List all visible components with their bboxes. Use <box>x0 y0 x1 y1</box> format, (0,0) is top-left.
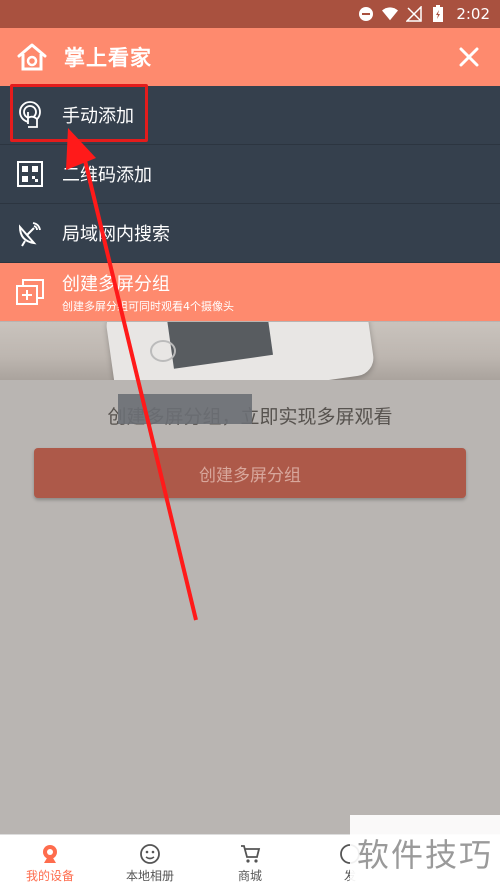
nav-store[interactable]: 商城 <box>200 835 300 890</box>
camera-icon <box>37 841 63 867</box>
nav-label: 本地相册 <box>125 869 174 883</box>
group-subtitle: 创建多屏分组可同时观看4个摄像头 <box>62 300 234 313</box>
nav-local-album[interactable]: 本地相册 <box>100 835 200 890</box>
dnd-icon <box>358 6 374 22</box>
battery-icon <box>430 5 446 22</box>
status-bar: 2:02 <box>0 0 500 28</box>
qr-code-icon <box>12 156 48 192</box>
multi-screen-icon <box>12 274 48 310</box>
menu-item-label: 局域网内搜索 <box>62 224 170 245</box>
menu-item-qr-add[interactable]: 二维码添加 <box>0 145 500 204</box>
nav-label: 我的设备 <box>25 869 74 883</box>
home-icon <box>14 39 50 75</box>
menu-item-lan-search[interactable]: 局域网内搜索 <box>0 204 500 263</box>
no-signal-icon <box>406 6 423 22</box>
close-icon[interactable] <box>452 40 486 74</box>
watermark: 软件技巧 <box>350 815 500 890</box>
menu-item-create-group[interactable]: 创建多屏分组 创建多屏分组可同时观看4个摄像头 <box>0 263 500 321</box>
menu-item-label: 二维码添加 <box>62 165 152 186</box>
menu-item-manual-add[interactable]: 手动添加 <box>0 86 500 145</box>
create-group-button[interactable]: 创建多屏分组 <box>34 448 466 498</box>
touch-icon <box>12 97 48 133</box>
redaction-block <box>118 394 252 424</box>
status-time: 2:02 <box>456 5 490 23</box>
app-title: 掌上看家 <box>64 46 152 70</box>
app-header: 掌上看家 <box>0 28 500 86</box>
menu-item-label: 手动添加 <box>62 106 134 127</box>
hero-image <box>0 322 500 380</box>
add-device-menu: 手动添加 二维码添加 局域网内搜索 创建多屏分组 创建多屏分组可同时观看4个摄像… <box>0 86 500 321</box>
group-title: 创建多屏分组 <box>62 274 170 295</box>
main-content: 创建多屏分组，立即实现多屏观看 创建多屏分组 <box>0 380 500 834</box>
nav-label: 商城 <box>237 869 262 883</box>
nav-my-devices[interactable]: 我的设备 <box>0 835 100 890</box>
wifi-icon <box>382 6 399 22</box>
cart-icon <box>237 841 263 867</box>
satellite-icon <box>12 215 48 251</box>
album-icon <box>137 841 163 867</box>
